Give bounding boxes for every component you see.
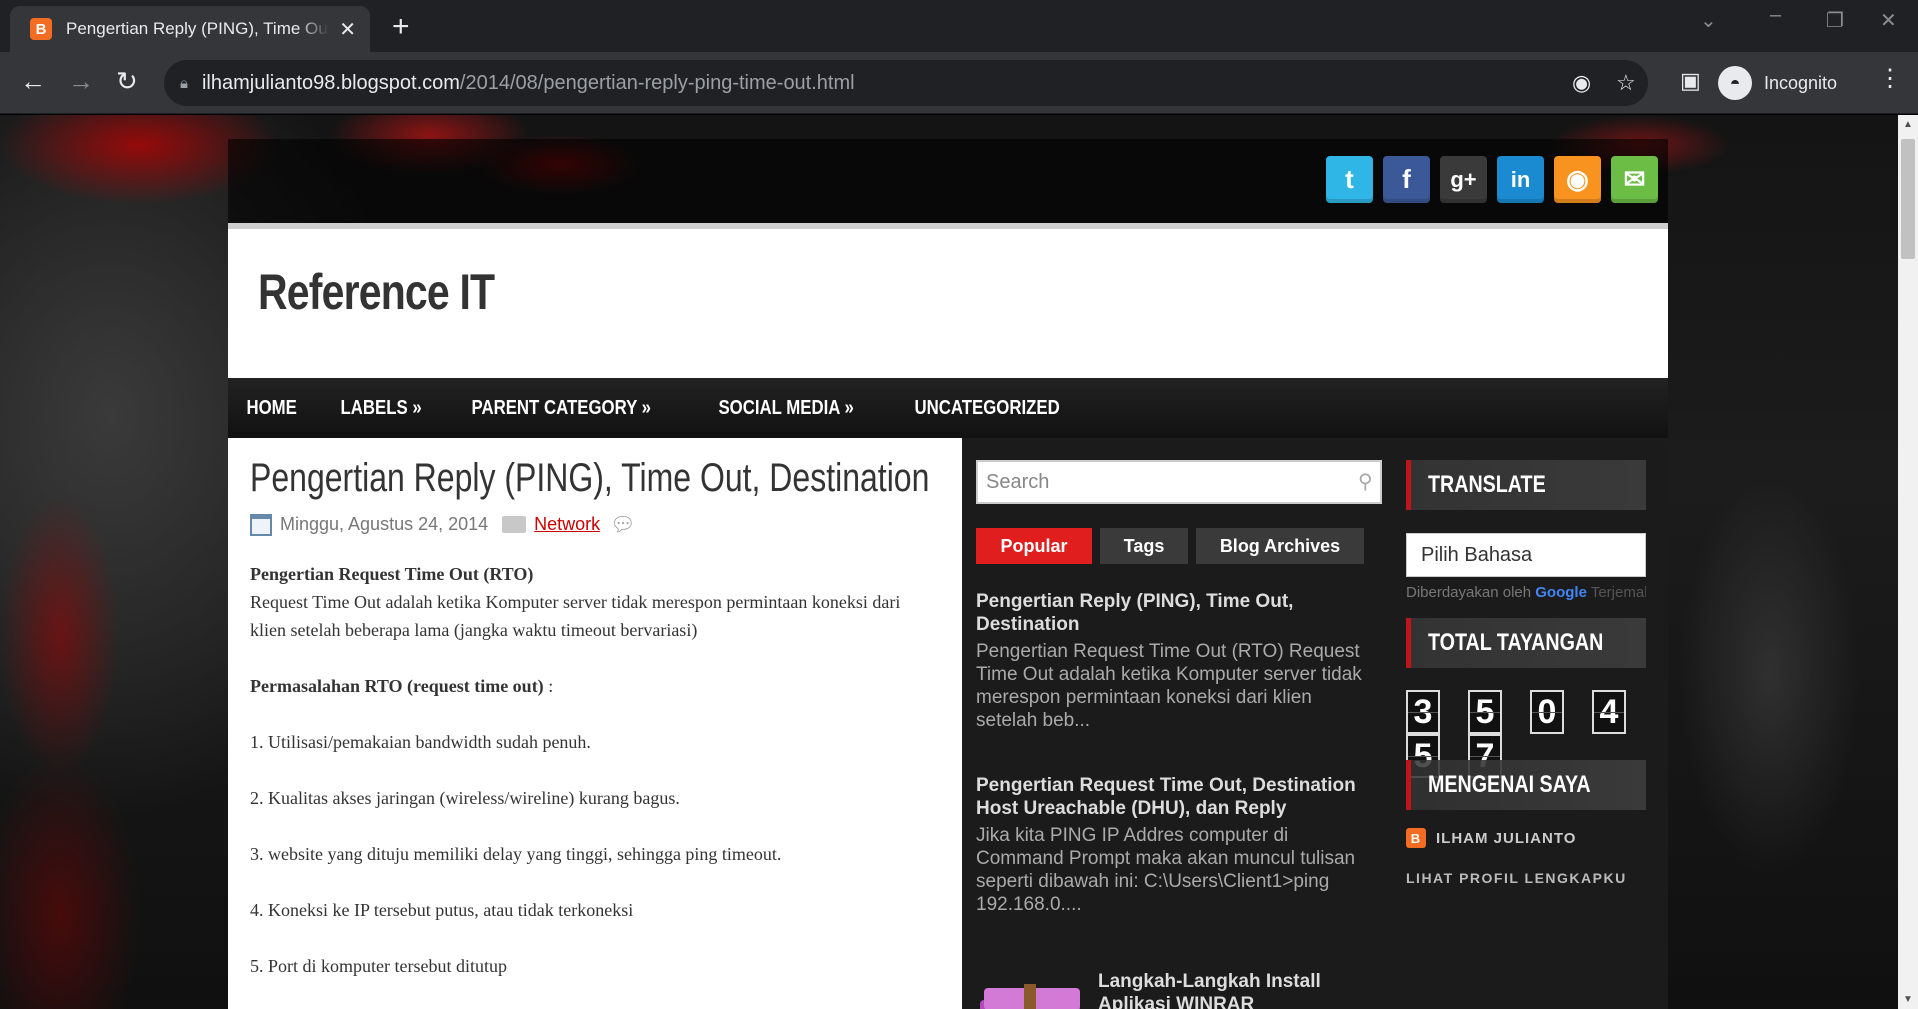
scroll-down-icon[interactable]: ▼ (1898, 994, 1918, 1005)
nav-uncategorized[interactable]: UNCATEGORIZED (896, 397, 1078, 420)
address-bar[interactable]: 🔒︎ ilhamjulianto98.blogspot.com/2014/08/… (164, 60, 1648, 106)
browser-toolbar: ← → ↻ 🔒︎ ilhamjulianto98.blogspot.com/20… (0, 52, 1918, 114)
google-plus-icon[interactable]: g+ (1440, 156, 1487, 203)
nav-parent-category[interactable]: PARENT CATEGORY » (453, 397, 669, 420)
folder-icon (502, 516, 527, 533)
search-icon[interactable]: ⚲ (1358, 469, 1398, 494)
counter-digit: 3 (1406, 690, 1440, 734)
back-icon[interactable]: ← (20, 66, 46, 96)
search-input[interactable]: Search (976, 460, 1382, 504)
winrar-thumbnail-icon[interactable] (976, 980, 1084, 1009)
twitter-icon[interactable]: t (1326, 156, 1373, 203)
post-meta: Minggu, Agustus 24, 2014 Network 💬︎ (250, 512, 636, 537)
post-heading: Permasalahan RTO (request time out) : (250, 676, 554, 696)
popular-post-snippet: Pengertian Request Time Out (RTO) Reques… (976, 641, 1362, 731)
view-profile-link[interactable]: LIHAT PROFIL LENGKAPKU (1406, 870, 1627, 886)
profile-label: Incognito (1764, 72, 1838, 93)
list-item: Langkah-Langkah Install Aplikasi WINRAR (1098, 970, 1358, 1009)
popular-post-title[interactable]: Langkah-Langkah Install Aplikasi WINRAR (1098, 970, 1358, 1009)
social-bar: t f g+ in ◉ ✉ (228, 139, 1668, 223)
blog-header: Reference IT (228, 223, 1668, 378)
site-title[interactable]: Reference IT (258, 263, 495, 321)
sidebar-popular: Search ⚲ Popular Tags Blog Archives Peng… (962, 438, 1406, 1009)
incognito-profile-button[interactable]: ◓ Incognito (1718, 60, 1837, 106)
post-label-link[interactable]: Network (534, 514, 600, 535)
post-body: Pengertian Request Time Out (RTO) Reques… (250, 560, 940, 1008)
linkedin-icon[interactable]: in (1497, 156, 1544, 203)
language-select[interactable]: Pilih Bahasa (1406, 533, 1646, 577)
nav-home[interactable]: HOME (228, 397, 315, 420)
main-nav: HOME LABELS » PARENT CATEGORY » SOCIAL M… (228, 378, 1668, 438)
lock-icon: 🔒︎ (180, 74, 188, 92)
window-close-icon[interactable]: ✕ (1880, 8, 1897, 33)
minimize-icon[interactable]: – (1770, 4, 1781, 27)
nav-social-media[interactable]: SOCIAL MEDIA » (700, 397, 872, 420)
sidebar-right: TRANSLATE Pilih Bahasa Diberdayakan oleh… (1406, 438, 1668, 1009)
reload-icon[interactable]: ↻ (116, 66, 138, 96)
tab-title: Pengertian Reply (PING), Time Out, Desti… (66, 19, 329, 38)
forward-icon[interactable]: → (68, 66, 94, 96)
author-profile[interactable]: B ILHAM JULIANTO (1406, 828, 1576, 848)
tab-tags[interactable]: Tags (1100, 528, 1188, 564)
widget-title: MENGENAI SAYA (1406, 760, 1646, 810)
rss-icon[interactable]: ◉ (1554, 156, 1601, 203)
sidebar-tabs: Popular Tags Blog Archives (976, 528, 1372, 564)
comment-icon[interactable]: 💬︎ (610, 512, 635, 537)
author-name: ILHAM JULIANTO (1436, 829, 1577, 847)
popular-post-title[interactable]: Pengertian Request Time Out, Destination… (976, 774, 1376, 820)
list-item: 5. Port di komputer tersebut ditutup (250, 956, 507, 976)
widget-title: TOTAL TAYANGAN (1406, 618, 1646, 668)
tab-search-icon[interactable]: ⌄ (1700, 8, 1717, 33)
widget-title: TRANSLATE (1406, 460, 1646, 510)
browser-tab[interactable]: B Pengertian Reply (PING), Time Out, Des… (10, 6, 370, 52)
blog-wrapper: t f g+ in ◉ ✉ Reference IT HOME LABELS »… (228, 139, 1668, 1009)
list-item: Pengertian Request Time Out, Destination… (976, 774, 1376, 916)
list-item: 4. Koneksi ke IP tersebut putus, atau ti… (250, 900, 634, 920)
tracking-blocked-icon[interactable]: ◉ (1572, 70, 1591, 96)
more-menu-icon[interactable]: ⋮ (1878, 64, 1902, 93)
counter-digit: 5 (1468, 690, 1502, 734)
browser-tab-strip: B Pengertian Reply (PING), Time Out, Des… (0, 0, 1918, 52)
post-date: Minggu, Agustus 24, 2014 (280, 514, 489, 534)
restore-icon[interactable]: ❐ (1826, 8, 1844, 33)
tab-blog-archives[interactable]: Blog Archives (1196, 528, 1364, 564)
post-paragraph: Request Time Out adalah ketika Komputer … (250, 592, 901, 640)
popular-post-snippet: Jika kita PING IP Addres computer di Com… (976, 825, 1356, 915)
list-item: Pengertian Reply (PING), Time Out, Desti… (976, 590, 1376, 732)
page-viewport: t f g+ in ◉ ✉ Reference IT HOME LABELS »… (0, 115, 1898, 1009)
side-panel-icon[interactable]: ▣ (1680, 66, 1701, 96)
scroll-up-icon[interactable]: ▲ (1898, 119, 1918, 130)
counter-digit: 0 (1530, 690, 1564, 734)
tab-popular[interactable]: Popular (976, 528, 1092, 564)
post-heading: Pengertian Request Time Out (RTO) (250, 564, 534, 584)
powered-by-google: Diberdayakan oleh Google Terjemahan (1406, 584, 1646, 601)
list-item: 1. Utilisasi/pemakaian bandwidth sudah p… (250, 732, 591, 752)
nav-labels[interactable]: LABELS » (322, 397, 440, 420)
list-item: 2. Kualitas akses jaringan (wireless/wir… (250, 788, 680, 808)
email-icon[interactable]: ✉ (1611, 156, 1658, 203)
new-tab-icon[interactable]: + (392, 10, 410, 44)
close-tab-icon[interactable]: ✕ (339, 17, 356, 42)
page-scrollbar[interactable]: ▲ ▼ (1898, 115, 1918, 1009)
post-content: Pengertian Reply (PING), Time Out, Desti… (228, 438, 962, 1009)
counter-digit: 4 (1592, 690, 1626, 734)
blogger-icon: B (1406, 828, 1426, 848)
calendar-icon (250, 513, 272, 536)
blogger-favicon-icon: B (30, 18, 52, 40)
incognito-icon: ◓ (1718, 66, 1752, 100)
facebook-icon[interactable]: f (1383, 156, 1430, 203)
url-text: ilhamjulianto98.blogspot.com/2014/08/pen… (201, 71, 855, 94)
popular-post-title[interactable]: Pengertian Reply (PING), Time Out, Desti… (976, 590, 1376, 636)
post-title[interactable]: Pengertian Reply (PING), Time Out, Desti… (250, 456, 929, 501)
scroll-thumb[interactable] (1901, 139, 1915, 259)
bookmark-star-icon[interactable]: ☆ (1616, 70, 1636, 96)
list-item: 3. website yang dituju memiliki delay ya… (250, 844, 782, 864)
